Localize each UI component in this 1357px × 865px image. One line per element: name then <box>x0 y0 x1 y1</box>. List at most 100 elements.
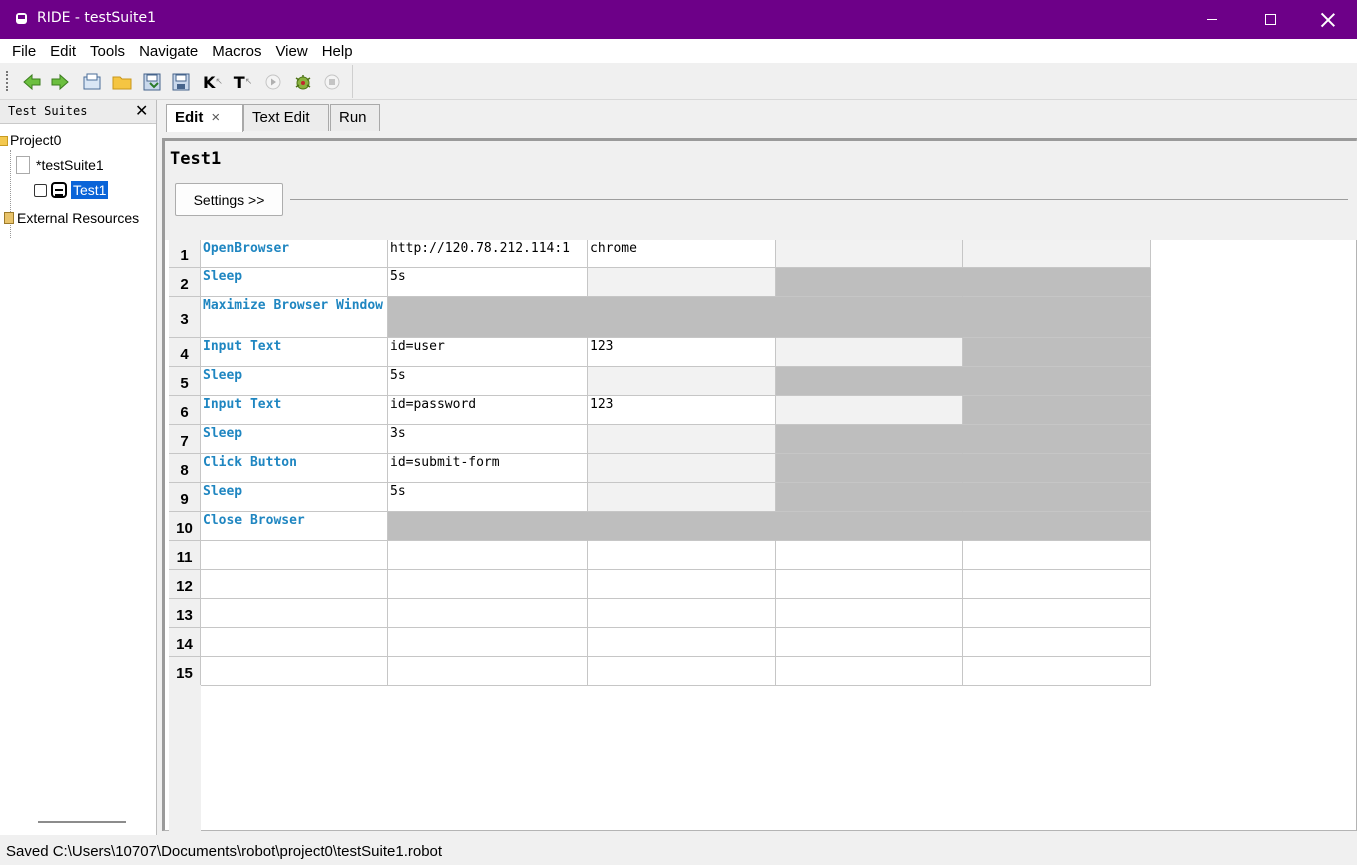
keyword-cell[interactable]: Input Text <box>201 338 388 367</box>
argument-cell[interactable] <box>776 425 963 454</box>
keyword-cell[interactable]: Sleep <box>201 483 388 512</box>
search-keywords-icon[interactable]: K ↖ <box>203 72 223 92</box>
keyword-cell[interactable]: Maximize Browser Window <box>201 297 388 338</box>
argument-cell[interactable] <box>776 657 963 686</box>
keyword-cell[interactable]: Sleep <box>201 425 388 454</box>
keyword-cell[interactable]: Close Browser <box>201 512 388 541</box>
minimize-button[interactable] <box>1183 0 1241 39</box>
keyword-cell[interactable] <box>201 657 388 686</box>
argument-cell[interactable] <box>963 454 1151 483</box>
tree-project[interactable]: Project0 <box>0 132 61 148</box>
debug-icon[interactable] <box>293 72 313 92</box>
close-window-button[interactable] <box>1299 0 1357 39</box>
open-directory-icon[interactable] <box>112 72 132 92</box>
argument-cell[interactable] <box>776 454 963 483</box>
argument-cell[interactable]: http://120.78.212.114:1 <box>388 240 588 268</box>
argument-cell[interactable]: 5s <box>388 367 588 396</box>
row-number[interactable]: 6 <box>169 396 201 425</box>
argument-cell[interactable] <box>588 657 776 686</box>
row-number[interactable]: 14 <box>169 628 201 657</box>
tab-close-icon[interactable]: × <box>211 109 220 126</box>
argument-cell[interactable] <box>388 628 588 657</box>
argument-cell[interactable] <box>963 240 1151 268</box>
row-number[interactable]: 4 <box>169 338 201 367</box>
keyword-cell[interactable] <box>201 541 388 570</box>
panel-resize-handle[interactable] <box>38 821 126 823</box>
row-number[interactable]: 1 <box>169 240 201 268</box>
argument-cell[interactable] <box>776 268 963 297</box>
keyword-cell[interactable]: Sleep <box>201 367 388 396</box>
close-panel-button[interactable]: ✕ <box>135 101 148 120</box>
row-number[interactable]: 10 <box>169 512 201 541</box>
argument-cell[interactable] <box>588 628 776 657</box>
argument-cell[interactable] <box>388 297 588 338</box>
row-number[interactable]: 3 <box>169 297 201 338</box>
back-arrow-icon[interactable] <box>22 72 42 92</box>
argument-cell[interactable] <box>588 454 776 483</box>
search-tests-icon[interactable]: T ↖ <box>233 72 253 92</box>
menu-macros[interactable]: Macros <box>212 43 261 60</box>
menu-tools[interactable]: Tools <box>90 43 125 60</box>
toolbar-grip[interactable] <box>6 71 8 91</box>
argument-cell[interactable] <box>963 367 1151 396</box>
argument-cell[interactable] <box>776 599 963 628</box>
argument-cell[interactable] <box>776 367 963 396</box>
argument-cell[interactable] <box>963 657 1151 686</box>
tab-text-edit[interactable]: Text Edit <box>243 104 329 131</box>
menu-file[interactable]: File <box>12 43 36 60</box>
argument-cell[interactable] <box>388 541 588 570</box>
keyword-cell[interactable]: Click Button <box>201 454 388 483</box>
argument-cell[interactable] <box>963 570 1151 599</box>
menu-view[interactable]: View <box>275 43 307 60</box>
argument-cell[interactable]: 3s <box>388 425 588 454</box>
argument-cell[interactable]: 123 <box>588 338 776 367</box>
argument-cell[interactable]: id=user <box>388 338 588 367</box>
save-icon[interactable] <box>142 72 162 92</box>
row-number[interactable]: 8 <box>169 454 201 483</box>
row-number[interactable]: 11 <box>169 541 201 570</box>
row-number[interactable]: 13 <box>169 599 201 628</box>
keyword-cell[interactable]: OpenBrowser <box>201 240 388 268</box>
open-suite-icon[interactable] <box>82 72 102 92</box>
argument-cell[interactable] <box>388 657 588 686</box>
row-number[interactable]: 9 <box>169 483 201 512</box>
argument-cell[interactable] <box>776 483 963 512</box>
tab-run[interactable]: Run <box>330 104 380 131</box>
argument-cell[interactable]: 5s <box>388 268 588 297</box>
argument-cell[interactable] <box>963 599 1151 628</box>
tree-test[interactable]: Test1 <box>34 181 109 199</box>
argument-cell[interactable] <box>588 268 776 297</box>
run-icon[interactable] <box>263 72 283 92</box>
argument-cell[interactable] <box>588 297 776 338</box>
argument-cell[interactable] <box>963 541 1151 570</box>
argument-cell[interactable] <box>963 297 1151 338</box>
argument-cell[interactable] <box>963 425 1151 454</box>
argument-cell[interactable]: chrome <box>588 240 776 268</box>
keyword-cell[interactable] <box>201 628 388 657</box>
argument-cell[interactable] <box>963 483 1151 512</box>
keyword-cell[interactable] <box>201 570 388 599</box>
tab-edit[interactable]: Edit × <box>166 104 243 132</box>
argument-cell[interactable]: 123 <box>588 396 776 425</box>
argument-cell[interactable] <box>776 512 963 541</box>
argument-cell[interactable] <box>388 570 588 599</box>
argument-cell[interactable] <box>588 570 776 599</box>
forward-arrow-icon[interactable] <box>50 72 70 92</box>
argument-cell[interactable] <box>776 338 963 367</box>
argument-cell[interactable] <box>588 425 776 454</box>
row-number[interactable]: 15 <box>169 657 201 686</box>
row-number[interactable]: 7 <box>169 425 201 454</box>
row-number[interactable]: 12 <box>169 570 201 599</box>
argument-cell[interactable] <box>388 599 588 628</box>
argument-cell[interactable] <box>963 512 1151 541</box>
argument-cell[interactable] <box>776 240 963 268</box>
tree-external-resources[interactable]: External Resources <box>4 210 139 226</box>
maximize-button[interactable] <box>1241 0 1299 39</box>
argument-cell[interactable] <box>963 628 1151 657</box>
argument-cell[interactable] <box>963 338 1151 367</box>
argument-cell[interactable] <box>588 483 776 512</box>
keyword-cell[interactable]: Input Text <box>201 396 388 425</box>
argument-cell[interactable] <box>776 541 963 570</box>
argument-cell[interactable] <box>963 268 1151 297</box>
argument-cell[interactable] <box>776 297 963 338</box>
